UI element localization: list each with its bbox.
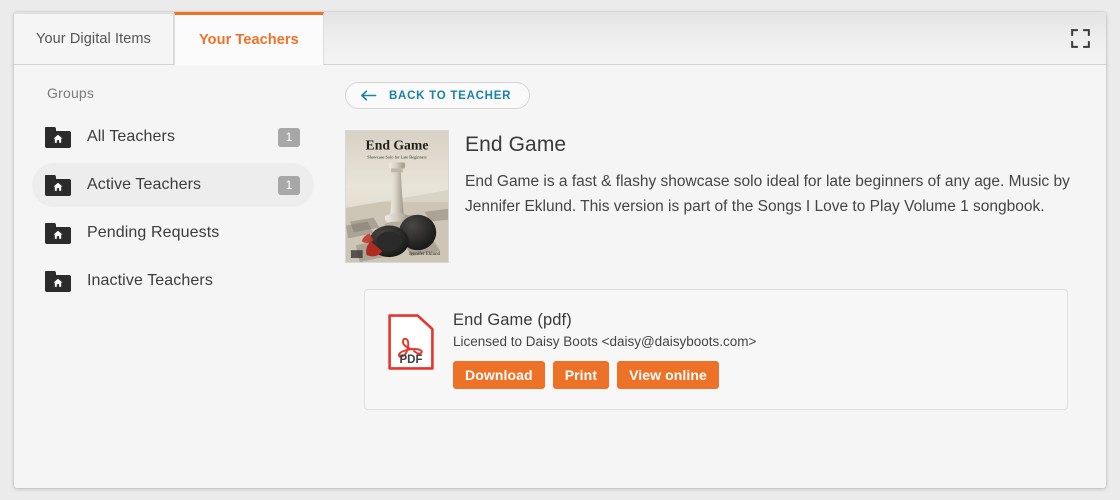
main-content: BACK TO TEACHER End Game Showcase Solo f…: [332, 65, 1106, 488]
item-description: End Game is a fast & flashy showcase sol…: [465, 173, 1070, 215]
folder-home-icon: [45, 174, 71, 196]
sidebar-item-label: All Teachers: [87, 128, 176, 145]
sidebar-heading: Groups: [47, 85, 95, 101]
sidebar-item-badge: 1: [278, 127, 300, 147]
svg-text:End Game: End Game: [366, 138, 429, 153]
sidebar-item-all-teachers[interactable]: All Teachers 1: [32, 115, 314, 159]
print-button[interactable]: Print: [552, 361, 610, 389]
back-to-teacher-button[interactable]: BACK TO TEACHER: [345, 82, 531, 109]
folder-home-icon: [45, 126, 71, 148]
fullscreen-expand-icon: [1070, 28, 1090, 48]
item-text: End Game End Game is a fast & flashy sho…: [465, 130, 1074, 219]
file-card: PDF End Game (pdf) Licensed to Daisy Boo…: [364, 289, 1068, 410]
tab-your-teachers[interactable]: Your Teachers: [173, 12, 324, 65]
tab-label: Your Digital Items: [36, 31, 151, 47]
back-to-teacher-label: BACK TO TEACHER: [389, 89, 512, 102]
app-window: Your Digital Items Your Teachers Groups: [14, 12, 1106, 488]
file-info: End Game (pdf) Licensed to Daisy Boots <…: [453, 311, 1045, 389]
svg-text:PDF: PDF: [400, 354, 423, 366]
view-online-button[interactable]: View online: [617, 361, 719, 389]
sidebar-item-label: Inactive Teachers: [87, 272, 213, 289]
sidebar-item-label: Pending Requests: [87, 224, 220, 241]
folder-home-icon: [45, 270, 71, 292]
svg-text:Jennifer Eklund: Jennifer Eklund: [409, 252, 441, 257]
file-title: End Game (pdf): [453, 311, 572, 329]
file-actions: Download Print View online: [453, 361, 1045, 389]
sidebar-item-label: Active Teachers: [87, 176, 202, 193]
sidebar-item-pending-requests[interactable]: Pending Requests: [32, 211, 314, 255]
cover-artwork: End Game Showcase Solo for Late Beginner…: [346, 131, 448, 262]
pdf-file-icon: PDF: [387, 313, 435, 371]
item-detail: End Game Showcase Solo for Late Beginner…: [345, 130, 1074, 263]
item-title: End Game: [465, 133, 567, 156]
tab-bar-spacer: [324, 12, 1054, 64]
folder-home-icon: [45, 222, 71, 244]
content-body: Groups All Teachers 1 Active Teachers 1: [14, 65, 1106, 488]
sidebar-item-badge: 1: [278, 175, 300, 195]
item-cover-image: End Game Showcase Solo for Late Beginner…: [345, 130, 449, 263]
sidebar-item-inactive-teachers[interactable]: Inactive Teachers: [32, 259, 314, 303]
sidebar: Groups All Teachers 1 Active Teachers 1: [14, 65, 332, 488]
svg-text:Showcase Solo for Late Beginne: Showcase Solo for Late Beginners: [367, 155, 427, 160]
tab-bar: Your Digital Items Your Teachers: [14, 12, 1106, 65]
tab-your-digital-items[interactable]: Your Digital Items: [14, 13, 174, 64]
file-license: Licensed to Daisy Boots <daisy@daisyboot…: [453, 334, 757, 349]
download-button[interactable]: Download: [453, 361, 545, 389]
fullscreen-button[interactable]: [1054, 12, 1106, 64]
tab-label: Your Teachers: [198, 32, 299, 48]
arrow-left-icon: [361, 90, 377, 101]
sidebar-item-active-teachers[interactable]: Active Teachers 1: [32, 163, 314, 207]
